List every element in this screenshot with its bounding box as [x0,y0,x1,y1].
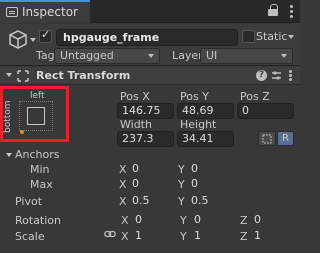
max-x-input[interactable]: 0 [127,176,176,192]
pos-x-label: Pos X [120,90,150,103]
component-title: Rect Transform [36,69,131,82]
blueprint-icon [262,134,272,144]
rot-z-axis-label: Z [240,214,248,227]
component-menu-icon[interactable] [289,70,292,83]
active-checkbox[interactable] [39,28,52,43]
pos-z-label: Pos Z [240,90,270,103]
scale-z-axis-label: Z [240,230,248,243]
static-checkbox[interactable] [242,30,255,43]
gameobject-name-input[interactable]: hpgauge_frame [56,29,238,46]
inspector-titlebar: Inspector [0,0,300,23]
pivot-x-input[interactable]: 0.5 [127,193,176,209]
anchors-expand-arrow-icon[interactable] [6,153,12,157]
min-x-input[interactable]: 0 [127,161,176,177]
kebab-menu-icon[interactable] [290,5,294,18]
rect-transform-header[interactable]: Rect Transform ? [0,67,300,85]
width-input[interactable]: 237.3 [117,131,174,147]
rot-y-input[interactable]: 0 [189,212,235,228]
lock-icon[interactable] [268,4,278,16]
min-y-axis-label: Y [178,163,185,176]
tag-label: Tag [36,49,55,62]
tab-inspector-label: Inspector [22,5,78,19]
pivot-dot-icon [20,130,24,134]
static-dropdown-chevron-icon[interactable] [288,35,294,39]
width-label: Width [120,118,152,131]
rotation-label: Rotation [15,214,62,227]
pivot-label: Pivot [15,195,43,208]
scale-y-input[interactable]: 1 [189,228,235,244]
scale-z-input[interactable]: 1 [249,228,294,244]
height-label: Height [180,118,217,131]
height-input[interactable]: 34.41 [177,131,234,147]
anchors-min-label: Min [30,163,50,176]
pos-y-label: Pos Y [180,90,209,103]
max-x-axis-label: X [119,178,127,191]
gameobject-header: hpgauge_frame Static Tag Untagged Layer … [0,24,300,66]
rot-x-axis-label: X [121,214,129,227]
anchors-label[interactable]: Anchors [15,148,60,161]
icon-dropdown-chevron-icon[interactable] [30,38,36,42]
rect-transform-icon [17,70,29,82]
help-icon[interactable]: ? [256,70,267,81]
scale-y-axis-label: Y [180,230,187,243]
scale-x-input[interactable]: 1 [130,228,176,244]
presets-icon[interactable] [271,70,282,81]
gameobject-cube-icon[interactable] [7,29,29,51]
layer-label: Layer [172,49,203,62]
pivot-x-axis-label: X [119,195,127,208]
scale-label: Scale [15,230,45,243]
pivot-y-input[interactable]: 0.5 [186,193,235,209]
scale-x-axis-label: X [121,230,129,243]
max-y-input[interactable]: 0 [186,176,235,192]
min-y-input[interactable]: 0 [186,161,235,177]
layer-dropdown[interactable]: UI [200,48,293,64]
rot-x-input[interactable]: 0 [130,212,176,228]
tag-dropdown[interactable]: Untagged [54,48,160,64]
constrain-proportions-link-icon[interactable] [104,230,116,238]
rot-z-input[interactable]: 0 [249,212,294,228]
raw-edit-button[interactable]: R [277,131,294,146]
blueprint-mode-button[interactable] [258,131,276,146]
anchor-preset-top-label: left [30,91,45,101]
rot-y-axis-label: Y [180,214,187,227]
anchor-preset-side-label: bottom [3,100,13,133]
pos-x-input[interactable]: 146.75 [117,103,174,119]
min-x-axis-label: X [119,163,127,176]
pivot-y-axis-label: Y [178,195,185,208]
static-label: Static [256,30,288,43]
max-y-axis-label: Y [178,178,185,191]
pos-z-input[interactable]: 0 [237,103,294,119]
inspector-icon [6,7,18,17]
collapse-arrow-icon[interactable] [6,73,12,77]
pos-y-input[interactable]: 48.69 [177,103,234,119]
tab-inspector[interactable]: Inspector [0,0,90,23]
anchors-max-label: Max [30,178,53,191]
anchor-preset-rect-icon [27,107,45,125]
